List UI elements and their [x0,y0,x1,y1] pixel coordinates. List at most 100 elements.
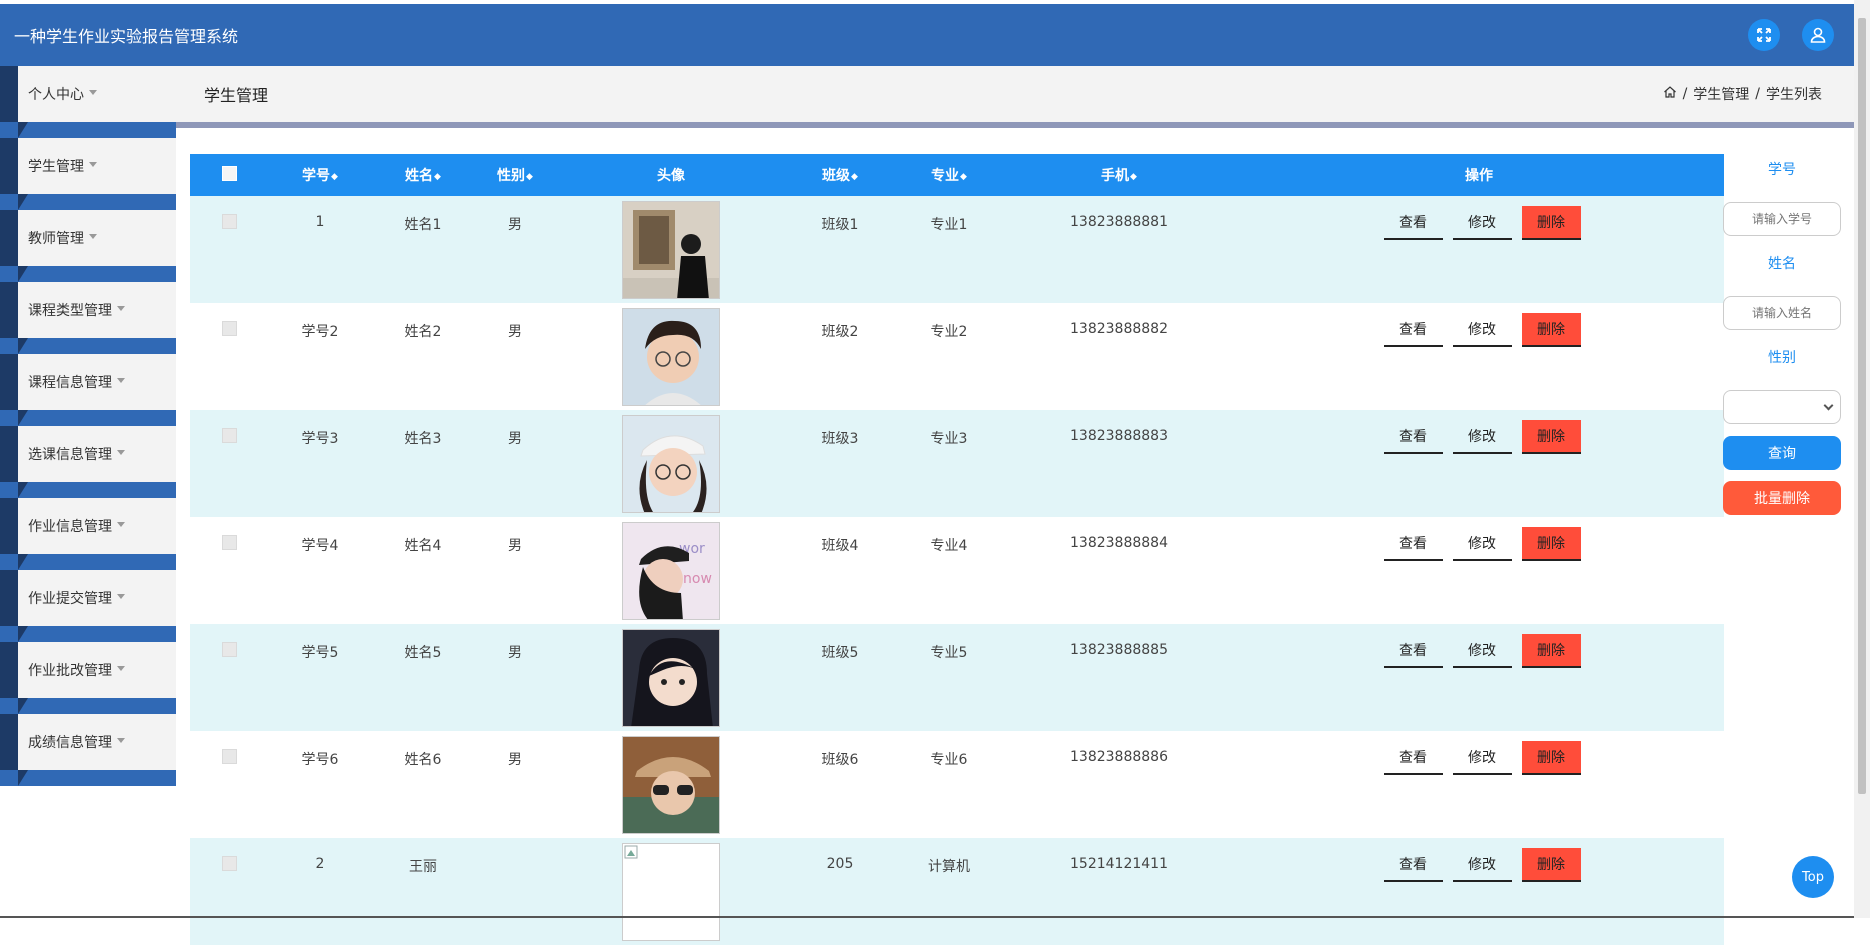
delete-button[interactable]: 删除 [1521,420,1581,454]
sidebar-item-homework-grading[interactable]: 作业批改管理 [0,642,176,714]
sidebar-item-label: 作业批改管理 [28,663,112,679]
cell-class: 班级2 [821,324,859,340]
cell-major: 专业6 [930,752,968,768]
cell-id: 1 [315,214,325,230]
row-checkbox[interactable] [221,321,237,336]
delete-button[interactable]: 删除 [1521,634,1581,668]
delete-button[interactable]: 删除 [1521,848,1581,882]
cell-id: 学号6 [301,752,339,768]
cell-name: 王丽 [409,859,437,875]
sidebar-item-label: 成绩信息管理 [28,735,112,751]
sidebar-item-personal-center[interactable]: 个人中心 [0,66,176,138]
breadcrumb-item-students[interactable]: 学生管理 [1693,84,1749,104]
column-header-name[interactable]: 姓名◆ [372,154,474,196]
cell-gender: 男 [508,538,522,554]
batch-delete-button[interactable]: 批量删除 [1723,481,1841,515]
home-icon[interactable] [1663,85,1677,103]
page-scrollbar[interactable] [1854,0,1870,918]
edit-button[interactable]: 修改 [1452,741,1512,775]
edit-button[interactable]: 修改 [1452,420,1512,454]
column-header-gender[interactable]: 性别◆ [474,154,556,196]
sidebar-item-label: 课程类型管理 [28,303,112,319]
delete-button[interactable]: 删除 [1521,527,1581,561]
row-checkbox[interactable] [221,535,237,550]
view-button[interactable]: 查看 [1383,527,1443,561]
filter-panel: 学号 姓名 性别 查询 批量删除 [1723,154,1841,515]
row-checkbox[interactable] [221,856,237,871]
cell-name: 姓名6 [404,752,442,768]
cell-gender [474,838,556,945]
view-button[interactable]: 查看 [1383,313,1443,347]
column-header-phone[interactable]: 手机◆ [1004,154,1234,196]
edit-button[interactable]: 修改 [1452,527,1512,561]
sidebar-item-homework-submission[interactable]: 作业提交管理 [0,570,176,642]
view-button[interactable]: 查看 [1383,741,1443,775]
name-search-input[interactable] [1723,296,1841,330]
query-button[interactable]: 查询 [1723,436,1841,470]
user-icon[interactable] [1802,19,1834,51]
id-search-input[interactable] [1723,202,1841,236]
caret-down-icon [117,377,125,383]
table-header-row: 学号◆ 姓名◆ 性别◆ 头像 班级◆ 专业◆ 手机◆ 操作 [190,154,1724,196]
row-checkbox[interactable] [221,428,237,443]
scroll-thumb[interactable] [1858,18,1866,794]
column-header-class[interactable]: 班级◆ [786,154,894,196]
caret-down-icon [89,89,97,95]
sidebar-item-label: 课程信息管理 [28,375,112,391]
column-header-id[interactable]: 学号◆ [268,154,372,196]
view-button[interactable]: 查看 [1383,848,1443,882]
delete-button[interactable]: 删除 [1521,313,1581,347]
edit-button[interactable]: 修改 [1452,634,1512,668]
app-title: 一种学生作业实验报告管理系统 [14,27,239,46]
select-all-checkbox[interactable] [221,165,237,181]
column-header-major[interactable]: 专业◆ [894,154,1004,196]
avatar: wor now [622,522,720,620]
row-checkbox[interactable] [221,642,237,657]
back-to-top-button[interactable]: Top [1792,856,1834,898]
row-checkbox[interactable] [221,749,237,764]
sidebar-item-label: 作业提交管理 [28,591,112,607]
cell-class: 班级3 [821,431,859,447]
avatar [622,201,720,299]
sidebar-item-students[interactable]: 学生管理 [0,138,176,210]
delete-button[interactable]: 删除 [1521,741,1581,775]
cell-id: 学号4 [301,538,339,554]
sidebar-item-label: 作业信息管理 [28,519,112,535]
sidebar-item-label: 学生管理 [28,159,84,175]
fullscreen-icon[interactable] [1748,19,1780,51]
breadcrumb-separator: / [1682,86,1688,102]
edit-button[interactable]: 修改 [1452,206,1512,240]
delete-button[interactable]: 删除 [1521,206,1581,240]
cell-major: 专业3 [930,431,968,447]
page-header: 学生管理 / 学生管理 / 学生列表 [176,66,1854,122]
view-button[interactable]: 查看 [1383,420,1443,454]
cell-id: 学号2 [301,324,339,340]
sidebar-item-scores[interactable]: 成绩信息管理 [0,714,176,786]
cell-gender: 男 [508,217,522,233]
sidebar-item-teachers[interactable]: 教师管理 [0,210,176,282]
cell-gender: 男 [508,431,522,447]
sidebar-item-course-info[interactable]: 课程信息管理 [0,354,176,426]
edit-button[interactable]: 修改 [1452,313,1512,347]
cell-id: 学号5 [301,645,339,661]
breadcrumb-separator: / [1755,86,1760,102]
view-button[interactable]: 查看 [1383,206,1443,240]
filter-gender-label: 性别 [1768,350,1796,366]
sidebar-item-homework-info[interactable]: 作业信息管理 [0,498,176,570]
cell-phone: 13823888882 [1070,321,1168,337]
caret-down-icon [117,593,125,599]
table-row: 1 姓名1 男 班级1 专业1 13823888881 查看 修改 删除 [190,196,1724,303]
row-checkbox[interactable] [221,214,237,229]
edit-button[interactable]: 修改 [1452,848,1512,882]
view-button[interactable]: 查看 [1383,634,1443,668]
sidebar-item-course-selection[interactable]: 选课信息管理 [0,426,176,498]
table-row: 学号2 姓名2 男 班级2 专业2 13823888882 查看 修改 删除 [190,303,1724,410]
sort-icon: ◆ [851,172,858,182]
chevron-down-icon [1823,400,1834,411]
gender-select[interactable] [1723,390,1841,424]
avatar [622,629,720,727]
sidebar-item-course-types[interactable]: 课程类型管理 [0,282,176,354]
cell-id: 2 [315,856,325,872]
cell-class: 205 [826,856,854,872]
cell-name: 姓名4 [404,538,442,554]
